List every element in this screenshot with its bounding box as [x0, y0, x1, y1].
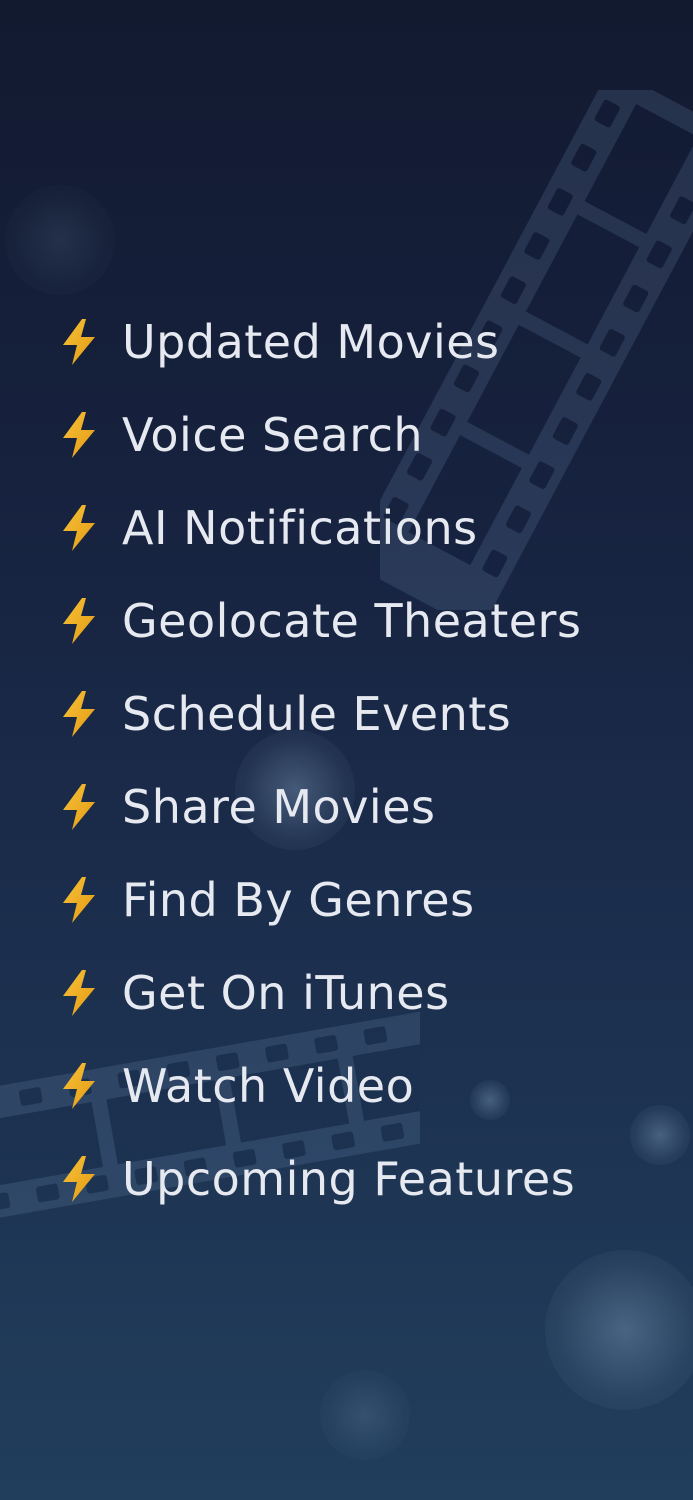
list-item: Share Movies: [0, 760, 693, 853]
feature-list: Updated Movies Voice Search AI Notificat…: [0, 295, 693, 1225]
lightning-bolt-icon: [58, 781, 100, 833]
lightning-bolt-icon: [58, 1153, 100, 1205]
feature-label: Watch Video: [122, 1058, 415, 1113]
list-item: Geolocate Theaters: [0, 574, 693, 667]
lightning-bolt-icon: [58, 967, 100, 1019]
lightning-bolt-icon: [58, 316, 100, 368]
lightning-bolt-icon: [58, 874, 100, 926]
lightning-bolt-icon: [58, 502, 100, 554]
feature-label: Voice Search: [122, 407, 424, 462]
feature-label: Geolocate Theaters: [122, 593, 582, 648]
bokeh-light: [5, 185, 115, 295]
lightning-bolt-icon: [58, 409, 100, 461]
lightning-bolt-icon: [58, 1060, 100, 1112]
list-item: Find By Genres: [0, 853, 693, 946]
feature-label: Schedule Events: [122, 686, 512, 741]
list-item: Get On iTunes: [0, 946, 693, 1039]
feature-label: Updated Movies: [122, 314, 500, 369]
feature-label: Get On iTunes: [122, 965, 450, 1020]
list-item: Schedule Events: [0, 667, 693, 760]
feature-label: Find By Genres: [122, 872, 475, 927]
list-item: Updated Movies: [0, 295, 693, 388]
feature-label: Upcoming Features: [122, 1151, 576, 1206]
lightning-bolt-icon: [58, 595, 100, 647]
feature-label: AI Notifications: [122, 500, 478, 555]
lightning-bolt-icon: [58, 688, 100, 740]
feature-label: Share Movies: [122, 779, 436, 834]
list-item: Upcoming Features: [0, 1132, 693, 1225]
bokeh-light: [320, 1370, 410, 1460]
list-item: Watch Video: [0, 1039, 693, 1132]
bokeh-light: [545, 1250, 693, 1410]
list-item: AI Notifications: [0, 481, 693, 574]
list-item: Voice Search: [0, 388, 693, 481]
